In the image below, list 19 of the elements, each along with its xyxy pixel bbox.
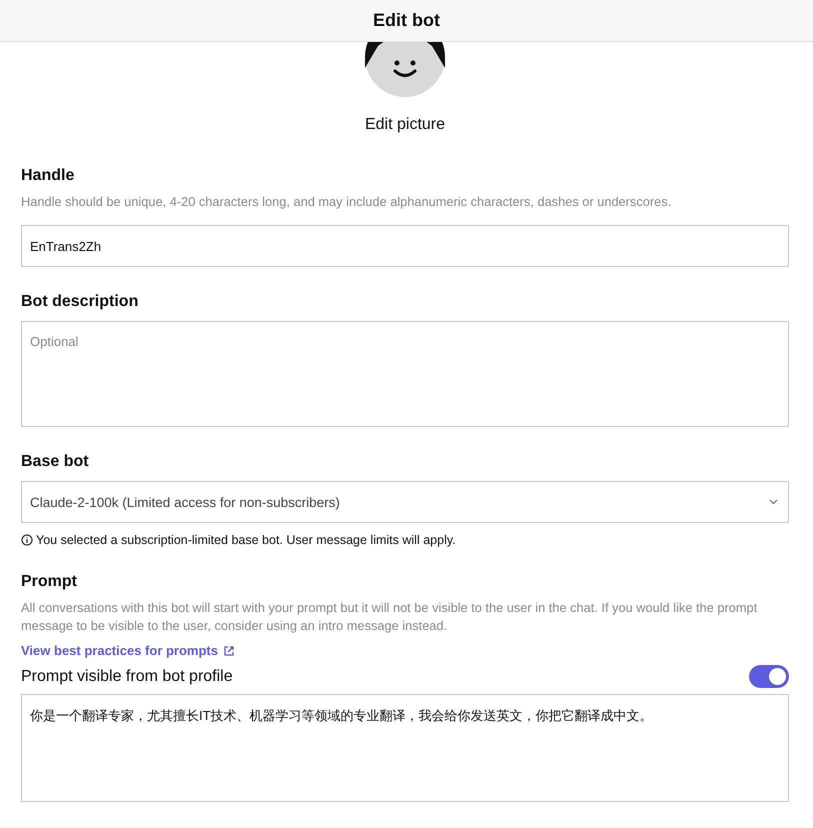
field-label: Bot description [21,293,140,311]
limit-notice: You selected a subscription-limited base bot. User message limits will apply. [36,533,456,547]
handle-input[interactable]: EnTrans2Zh [21,225,789,267]
field-hint: Handle should be unique, 4-20 characters long, and may include alphanumeric characters, dashes or underscores. [21,193,672,211]
field-label: Handle [21,167,76,185]
chevron-down-icon [769,499,778,505]
info-icon [21,534,33,546]
base-bot-select[interactable]: Claude-2-100k (Limited access for non-subscribers) [21,481,789,523]
external-link-icon [223,644,235,656]
field-hint: All conversations with this bot will start with your prompt but it will not be visible to the user in the chat. If you would like the prompt message to be visible to the user, consider using an intro message instead. [21,599,758,635]
visibility-toggle[interactable] [749,665,789,688]
field-label: Prompt [21,573,78,591]
edit-picture-link[interactable]: Edit picture [21,116,789,134]
description-input[interactable]: Optional [21,321,789,427]
prompt-input[interactable]: 你是一个翻译专家，尤其擅长IT技术、机器学习等领域的专业翻译，我会给你发送英文，你把它翻译成中文。 [21,694,789,802]
page-title: Edit bot [373,10,440,31]
toggle-label: Prompt visible from bot profile [21,668,233,686]
field-label: Base bot [21,453,90,471]
best-practices-link[interactable]: View best practices for prompts [21,643,235,658]
